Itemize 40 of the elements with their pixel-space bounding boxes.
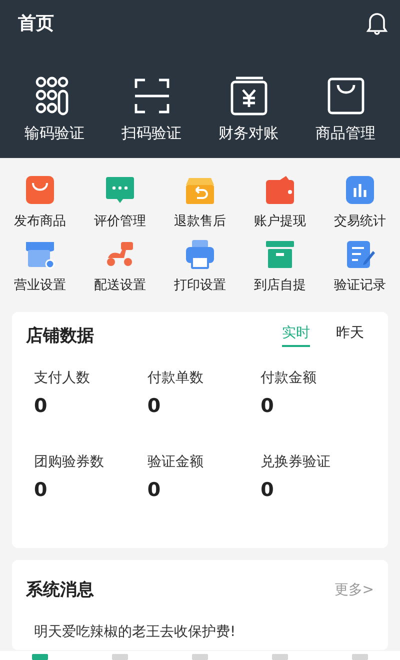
tool-shortcut[interactable]: 交易统计 xyxy=(320,174,400,230)
card-title: 店铺数据 xyxy=(26,325,94,347)
shopping-bag-icon xyxy=(326,76,366,116)
tool-shortcut[interactable]: 发布商品 xyxy=(0,174,80,230)
stat-value: 0 xyxy=(260,479,275,501)
bar-chart-icon xyxy=(344,174,376,206)
tool-shortcut[interactable]: 评价管理 xyxy=(80,174,160,230)
tool-shortcut[interactable]: 退款售后 xyxy=(160,174,240,230)
page-title: 首页 xyxy=(18,12,54,35)
message-text[interactable]: 明天爱吃辣椒的老王去收保护费! xyxy=(26,623,374,641)
quick-action-button[interactable]: 财务对账 xyxy=(200,76,297,143)
quick-action-button[interactable]: 扫码验证 xyxy=(103,76,200,143)
stat-label: 支付人数 xyxy=(34,369,91,387)
note-pen-icon xyxy=(344,238,376,270)
stat-label: 团购验券数 xyxy=(34,453,105,471)
stat-value: 0 xyxy=(147,395,162,417)
stat-label: 付款金额 xyxy=(260,369,318,387)
quick-action-button[interactable]: 输码验证 xyxy=(6,76,103,143)
stat-value: 0 xyxy=(34,395,48,417)
card-title: 系统消息 xyxy=(26,579,94,601)
stat-label: 付款单数 xyxy=(147,369,204,387)
tool-shortcut[interactable]: 账户提现 xyxy=(240,174,320,230)
quick-action-button[interactable]: 商品管理 xyxy=(297,76,394,143)
notification-bell-icon[interactable] xyxy=(366,11,388,35)
shopping-bag-icon xyxy=(24,174,56,206)
stat-value: 0 xyxy=(34,479,48,501)
tool-shortcut[interactable]: 到店自提 xyxy=(240,238,320,294)
tool-shortcut[interactable]: 配送设置 xyxy=(80,238,160,294)
stat-value: 0 xyxy=(260,395,275,417)
tool-shortcut[interactable]: 营业设置 xyxy=(0,238,80,294)
printer-icon xyxy=(184,238,216,270)
wallet-icon xyxy=(264,174,296,206)
tool-shortcut[interactable]: 验证记录 xyxy=(320,238,400,294)
archive-box-icon xyxy=(264,238,296,270)
period-tab[interactable]: 昨天 xyxy=(336,324,364,347)
stat-value: 0 xyxy=(147,479,162,501)
tool-shortcut[interactable]: 打印设置 xyxy=(160,238,240,294)
yen-wallet-icon xyxy=(228,76,268,116)
stat-label: 验证金额 xyxy=(147,453,204,471)
stat-label: 兑换券验证 xyxy=(260,453,332,471)
